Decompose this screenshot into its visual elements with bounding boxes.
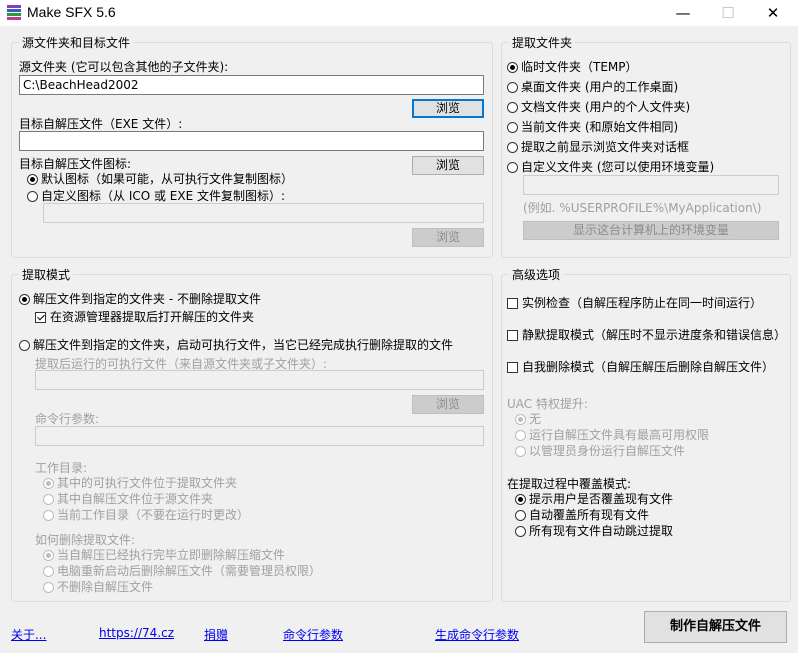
browse-target-button[interactable]: 浏览 bbox=[412, 156, 484, 175]
open-folder-checkbox[interactable]: 在资源管理器提取后打开解压的文件夹 bbox=[35, 310, 254, 324]
cmd-args-input[interactable] bbox=[35, 426, 484, 446]
self-delete-checkbox[interactable]: 自我删除模式（自解压解压后删除自解压文件） bbox=[507, 360, 774, 374]
self-delete-label: 自我删除模式（自解压解压后删除自解压文件） bbox=[522, 360, 775, 374]
silent-mode-checkbox[interactable]: 静默提取模式（解压时不显示进度条和错误信息） bbox=[507, 328, 786, 342]
delete-immediate-radio[interactable]: 当自解压已经执行完毕立即删除解压缩文件 bbox=[43, 548, 285, 562]
advanced-legend: 高级选项 bbox=[512, 268, 561, 282]
overwrite-all-label: 自动覆盖所有现有文件 bbox=[529, 508, 650, 522]
overwrite-skip-label: 所有现有文件自动跳过提取 bbox=[529, 524, 674, 538]
folder-temp-radio[interactable]: 临时文件夹（TEMP） bbox=[507, 60, 638, 74]
donate-link[interactable]: 捐赠 bbox=[204, 626, 228, 643]
folder-documents-radio[interactable]: 文档文件夹 (用户的个人文件夹) bbox=[507, 100, 690, 114]
workdir-extract-radio[interactable]: 其中的可执行文件位于提取文件夹 bbox=[43, 476, 237, 490]
minimize-button[interactable]: — bbox=[660, 0, 706, 26]
extract-mode-legend: 提取模式 bbox=[22, 268, 71, 282]
workdir-current-label: 当前工作目录（不要在运行时更改） bbox=[57, 508, 250, 522]
folder-custom-label: 自定义文件夹 (您可以使用环境变量) bbox=[521, 160, 715, 174]
mode-run-delete-radio[interactable]: 解压文件到指定的文件夹，启动可执行文件，当它已经完成执行删除提取的文件 bbox=[19, 338, 453, 352]
workdir-source-label: 其中自解压文件位于源文件夹 bbox=[57, 492, 214, 506]
browse-source-button[interactable]: 浏览 bbox=[412, 99, 484, 118]
open-folder-label: 在资源管理器提取后打开解压的文件夹 bbox=[50, 310, 255, 324]
workdir-current-radio[interactable]: 当前工作目录（不要在运行时更改） bbox=[43, 508, 249, 522]
overwrite-label: 在提取过程中覆盖模式: bbox=[507, 477, 632, 491]
mode-keep-radio[interactable]: 解压文件到指定的文件夹 - 不删除提取文件 bbox=[19, 292, 261, 306]
overwrite-all-radio[interactable]: 自动覆盖所有现有文件 bbox=[515, 508, 649, 522]
env-example-text: (例如. %USERPROFILE%\MyApplication\) bbox=[523, 201, 762, 215]
silent-mode-label: 静默提取模式（解压时不显示进度条和错误信息） bbox=[522, 328, 787, 342]
folder-browse-label: 提取之前显示浏览文件夹对话框 bbox=[521, 140, 690, 154]
website-link[interactable]: https://74.cz bbox=[99, 626, 174, 640]
folder-temp-label: 临时文件夹（TEMP） bbox=[521, 60, 638, 74]
folder-browse-radio[interactable]: 提取之前显示浏览文件夹对话框 bbox=[507, 140, 689, 154]
folder-desktop-label: 桌面文件夹 (用户的工作桌面) bbox=[521, 80, 679, 94]
icon-path-input[interactable] bbox=[43, 203, 484, 223]
uac-highest-radio[interactable]: 运行自解压文件具有最高可用权限 bbox=[515, 428, 709, 442]
folder-current-label: 当前文件夹 (和原始文件相同) bbox=[521, 120, 679, 134]
winrar-books-icon bbox=[7, 5, 21, 20]
delete-reboot-radio[interactable]: 电脑重新启动后删除解压文件（需要管理员权限） bbox=[43, 564, 321, 578]
folder-desktop-radio[interactable]: 桌面文件夹 (用户的工作桌面) bbox=[507, 80, 678, 94]
mode-run-delete-label: 解压文件到指定的文件夹，启动可执行文件，当它已经完成执行删除提取的文件 bbox=[33, 338, 454, 352]
single-instance-label: 实例检查（自解压程序防止在同一时间运行） bbox=[522, 296, 763, 310]
uac-none-label: 无 bbox=[529, 412, 542, 426]
single-instance-checkbox[interactable]: 实例检查（自解压程序防止在同一时间运行） bbox=[507, 296, 762, 310]
maximize-button[interactable]: ☐ bbox=[705, 0, 751, 26]
custom-folder-input[interactable] bbox=[523, 175, 779, 195]
delete-reboot-label: 电脑重新启动后删除解压文件（需要管理员权限） bbox=[57, 564, 322, 578]
folder-custom-radio[interactable]: 自定义文件夹 (您可以使用环境变量) bbox=[507, 160, 714, 174]
source-folder-input[interactable]: C:\BeachHead2002 bbox=[19, 75, 484, 95]
icon-default-radio[interactable]: 默认图标（如果可能，从可执行文件复制图标） bbox=[27, 172, 293, 186]
icon-custom-radio[interactable]: 自定义图标（从 ICO 或 EXE 文件复制图标）: bbox=[27, 189, 285, 203]
uac-admin-radio[interactable]: 以管理员身份运行自解压文件 bbox=[515, 444, 685, 458]
source-target-legend: 源文件夹和目标文件 bbox=[22, 36, 131, 50]
make-sfx-button[interactable]: 制作自解压文件 bbox=[644, 611, 787, 643]
uac-none-radio[interactable]: 无 bbox=[515, 412, 541, 426]
cmdline-link[interactable]: 命令行参数 bbox=[283, 626, 343, 643]
title-bar: Make SFX 5.6 — ☐ ✕ bbox=[0, 0, 798, 26]
close-button[interactable]: ✕ bbox=[750, 0, 796, 26]
mode-keep-label: 解压文件到指定的文件夹 - 不删除提取文件 bbox=[33, 292, 261, 306]
icon-custom-label: 自定义图标（从 ICO 或 EXE 文件复制图标）: bbox=[41, 189, 286, 203]
folder-current-radio[interactable]: 当前文件夹 (和原始文件相同) bbox=[507, 120, 678, 134]
target-exe-label: 目标自解压文件（EXE 文件）: bbox=[19, 117, 183, 131]
folder-documents-label: 文档文件夹 (用户的个人文件夹) bbox=[521, 100, 691, 114]
workdir-extract-label: 其中的可执行文件位于提取文件夹 bbox=[57, 476, 238, 490]
workdir-source-radio[interactable]: 其中自解压文件位于源文件夹 bbox=[43, 492, 213, 506]
generate-cmdline-link[interactable]: 生成命令行参数 bbox=[435, 626, 519, 643]
source-folder-label: 源文件夹 (它可以包含其他的子文件夹): bbox=[19, 60, 229, 74]
delete-none-label: 不删除自解压文件 bbox=[57, 580, 154, 594]
run-exe-input[interactable] bbox=[35, 370, 484, 390]
overwrite-prompt-radio[interactable]: 提示用户是否覆盖现有文件 bbox=[515, 492, 673, 506]
icon-default-label: 默认图标（如果可能，从可执行文件复制图标） bbox=[41, 172, 294, 186]
show-env-vars-button[interactable]: 显示这台计算机上的环境变量 bbox=[523, 221, 779, 240]
uac-admin-label: 以管理员身份运行自解压文件 bbox=[529, 444, 686, 458]
uac-label: UAC 特权提升: bbox=[507, 397, 589, 411]
target-exe-input[interactable] bbox=[19, 131, 484, 151]
exe-icon-label: 目标自解压文件图标: bbox=[19, 157, 132, 171]
delete-none-radio[interactable]: 不删除自解压文件 bbox=[43, 580, 153, 594]
cmd-args-label: 命令行参数: bbox=[35, 412, 100, 426]
browse-exe-button[interactable]: 浏览 bbox=[412, 395, 484, 414]
browse-icon-button[interactable]: 浏览 bbox=[412, 228, 484, 247]
delete-immediate-label: 当自解压已经执行完毕立即删除解压缩文件 bbox=[57, 548, 286, 562]
overwrite-prompt-label: 提示用户是否覆盖现有文件 bbox=[529, 492, 674, 506]
overwrite-skip-radio[interactable]: 所有现有文件自动跳过提取 bbox=[515, 524, 673, 538]
delete-label: 如何删除提取文件: bbox=[35, 533, 136, 547]
uac-highest-label: 运行自解压文件具有最高可用权限 bbox=[529, 428, 710, 442]
workdir-label: 工作目录: bbox=[35, 461, 88, 475]
window-title: Make SFX 5.6 bbox=[27, 4, 116, 20]
extract-folder-legend: 提取文件夹 bbox=[512, 36, 573, 50]
about-link[interactable]: 关于... bbox=[11, 626, 46, 643]
